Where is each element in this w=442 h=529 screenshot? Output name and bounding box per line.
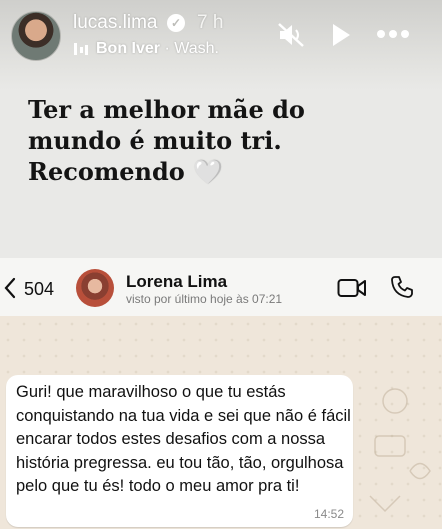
more-icon[interactable] <box>376 27 410 41</box>
mute-icon[interactable] <box>277 22 305 48</box>
whatsapp-screenshot: 504 Lorena Lima visto por último hoje às… <box>0 258 442 529</box>
music-bars-icon <box>74 43 88 55</box>
video-call-icon[interactable] <box>337 278 367 298</box>
verified-badge-icon: ✓ <box>167 14 185 32</box>
caption-line: Recomendo 🤍 <box>28 157 223 186</box>
message-timestamp: 14:52 <box>313 507 344 521</box>
unread-count[interactable]: 504 <box>24 279 54 300</box>
phone-icon[interactable] <box>390 275 414 299</box>
story-username[interactable]: lucas.lima <box>73 12 157 34</box>
story-music[interactable]: Bon Iver · Wash. <box>96 40 219 58</box>
white-heart-icon: 🤍 <box>193 158 223 186</box>
caption-line: mundo é muito tri. <box>28 126 282 155</box>
contact-name[interactable]: Lorena Lima <box>126 272 227 292</box>
music-artist: Bon Iver <box>96 40 161 57</box>
contact-avatar[interactable] <box>76 269 114 307</box>
story-caption: Ter a melhor mãe do mundo é muito tri. R… <box>28 94 388 188</box>
avatar[interactable] <box>11 11 61 61</box>
story-time-ago: 7 h <box>197 12 224 33</box>
chat-wallpaper-doodles <box>369 388 431 513</box>
chat-header: 504 Lorena Lima visto por último hoje às… <box>0 258 442 316</box>
caption-line: Ter a melhor mãe do <box>28 95 305 124</box>
message-text: Guri! que maravilhoso o que tu estás con… <box>16 383 351 495</box>
play-icon[interactable] <box>330 22 352 48</box>
last-seen: visto por último hoje às 07:21 <box>126 292 283 306</box>
music-suffix: · Wash. <box>160 40 219 57</box>
chat-area: Guri! que maravilhoso o que tu estás con… <box>0 316 442 529</box>
incoming-message-bubble[interactable]: Guri! que maravilhoso o que tu estás con… <box>6 375 353 527</box>
